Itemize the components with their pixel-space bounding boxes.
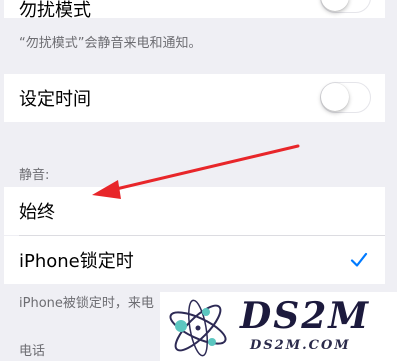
scheduled-toggle[interactable] (320, 82, 371, 113)
phone-header: 电话 (19, 344, 46, 359)
silence-header: 静音: (19, 168, 50, 183)
checkmark-icon (350, 252, 368, 267)
option-label: 始终 (19, 202, 55, 223)
silence-option-locked[interactable]: iPhone锁定时 (4, 236, 385, 284)
scheduled-row[interactable]: 设定时间 (4, 74, 385, 122)
silence-option-always[interactable]: 始终 (4, 187, 385, 235)
dnd-toggle[interactable] (320, 0, 371, 13)
dnd-label: 勿扰模式 (19, 0, 91, 21)
watermark-brand: DS2M (240, 295, 371, 337)
option-label: iPhone锁定时 (19, 251, 134, 272)
atom-logo-icon (169, 299, 227, 357)
dnd-row[interactable]: 勿扰模式 (4, 0, 385, 21)
dnd-caption: “勿扰模式”会静音来电和通知。 (19, 36, 202, 51)
silence-caption: iPhone被锁定时，来电 (19, 296, 154, 311)
scheduled-label: 设定时间 (19, 89, 91, 110)
watermark-url: DS2M.COM (250, 338, 351, 353)
watermark: DS2M DS2M.COM (160, 292, 397, 361)
